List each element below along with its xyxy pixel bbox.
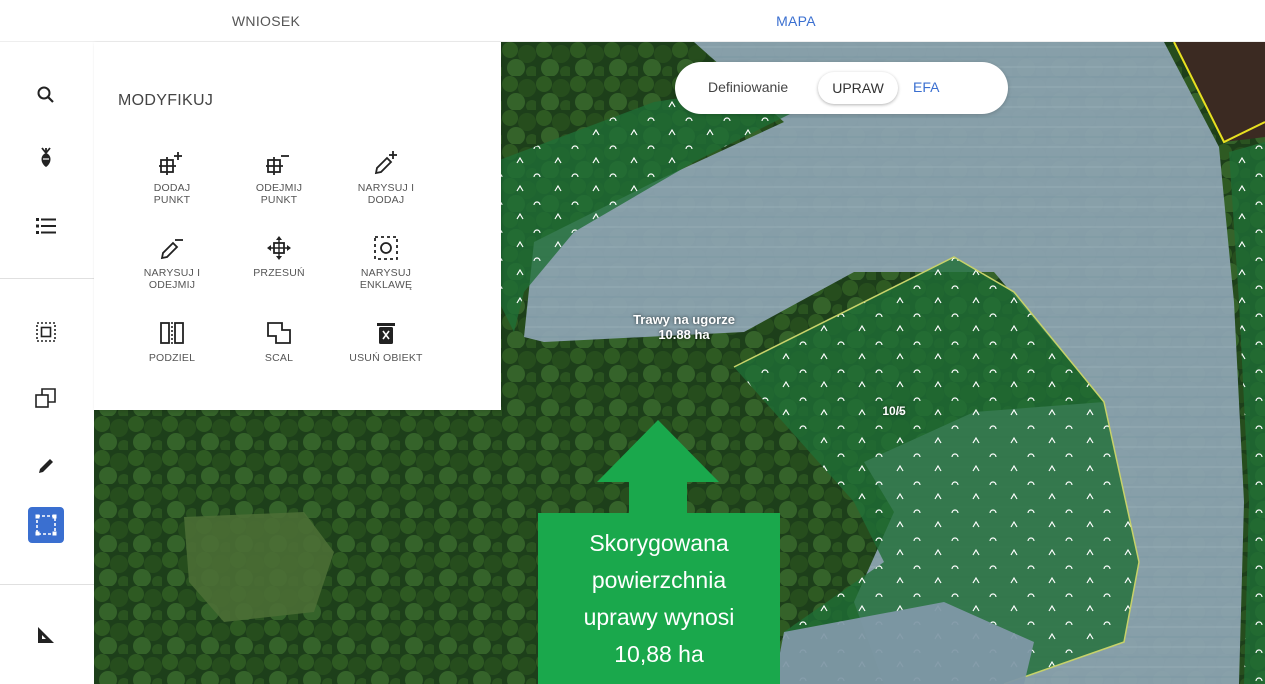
tool-label: USUŃ OBIEKT: [349, 352, 423, 364]
tool-delete-object[interactable]: USUŃ OBIEKT: [331, 312, 441, 364]
enclave-icon: [374, 236, 398, 260]
copy-shape-button[interactable]: [23, 375, 69, 421]
tool-draw-enclave[interactable]: NARYSUJ ENKLAWĘ: [331, 227, 441, 291]
search-button[interactable]: [23, 72, 69, 118]
crop-button[interactable]: [23, 135, 69, 181]
tool-label: PODZIEL: [148, 352, 196, 364]
parcel-label-name: Trawy na ugorze: [633, 312, 735, 327]
draw-add-icon: [374, 151, 397, 175]
tool-label: DODAJ PUNKT: [153, 182, 191, 206]
tool-merge[interactable]: SCAL: [224, 312, 334, 364]
remove-point-icon: [266, 155, 289, 175]
toggle-option-efa[interactable]: EFA: [913, 79, 939, 95]
modify-shape-button[interactable]: [28, 507, 64, 543]
modify-shape-icon: [35, 514, 57, 536]
tab-wniosek[interactable]: WNIOSEK: [0, 0, 532, 42]
tool-label: PRZESUŃ: [253, 267, 305, 279]
parcel-label-area: 10.88 ha: [658, 327, 710, 342]
modify-panel: MODYFIKUJ DODAJ PUNKT ODEJMIJ PUNKT NARY…: [94, 42, 501, 410]
tool-label: NARYSUJ ENKLAWĘ: [359, 267, 413, 291]
tool-remove-point[interactable]: ODEJMIJ PUNKT: [224, 142, 334, 206]
correction-callout: Skorygowana powierzchnia uprawy wynosi 1…: [538, 513, 780, 684]
toggle-option-upraw[interactable]: UPRAW: [818, 72, 898, 104]
toolbar-divider: [0, 278, 94, 279]
toolbar-divider: [0, 584, 94, 585]
select-area-button[interactable]: [23, 309, 69, 355]
tool-draw-add[interactable]: NARYSUJ I DODAJ: [331, 142, 441, 206]
tool-label: SCAL: [264, 352, 294, 364]
plot-number-label: 10/5: [882, 404, 906, 418]
search-icon: [37, 86, 54, 103]
parcel-label: Trawy na ugorze 10.88 ha: [594, 312, 774, 342]
crop-icon: [41, 147, 51, 167]
pencil-icon: [39, 459, 53, 473]
tool-add-point[interactable]: DODAJ PUNKT: [117, 142, 227, 206]
tool-label: NARYSUJ I ODEJMIJ: [143, 267, 201, 291]
definition-toggle: Definiowanie UPRAW EFA: [675, 62, 1008, 114]
toggle-label: Definiowanie: [708, 79, 789, 95]
tool-move[interactable]: PRZESUŃ: [224, 227, 334, 279]
add-point-icon: [159, 152, 182, 175]
list-icon: [36, 218, 56, 234]
measure-button[interactable]: [23, 612, 69, 658]
delete-object-icon: [377, 323, 395, 344]
tool-label: NARYSUJ I DODAJ: [357, 182, 415, 206]
panel-title: MODYFIKUJ: [118, 92, 214, 109]
draw-subtract-icon: [160, 239, 183, 260]
copy-shape-icon: [35, 388, 56, 408]
merge-icon: [267, 322, 291, 344]
left-toolbar: [0, 42, 94, 684]
move-icon: [267, 236, 291, 260]
split-icon: [160, 322, 184, 344]
tool-label: ODEJMIJ PUNKT: [255, 182, 303, 206]
measure-icon: [38, 627, 54, 643]
top-tab-bar: WNIOSEK MAPA: [0, 0, 1265, 44]
tool-draw-subtract[interactable]: NARYSUJ I ODEJMIJ: [117, 227, 227, 291]
up-arrow-icon: [597, 420, 719, 515]
list-button[interactable]: [23, 203, 69, 249]
pencil-button[interactable]: [23, 443, 69, 489]
tab-mapa[interactable]: MAPA: [532, 0, 1060, 44]
tool-split[interactable]: PODZIEL: [117, 312, 227, 364]
select-area-icon: [36, 322, 56, 342]
